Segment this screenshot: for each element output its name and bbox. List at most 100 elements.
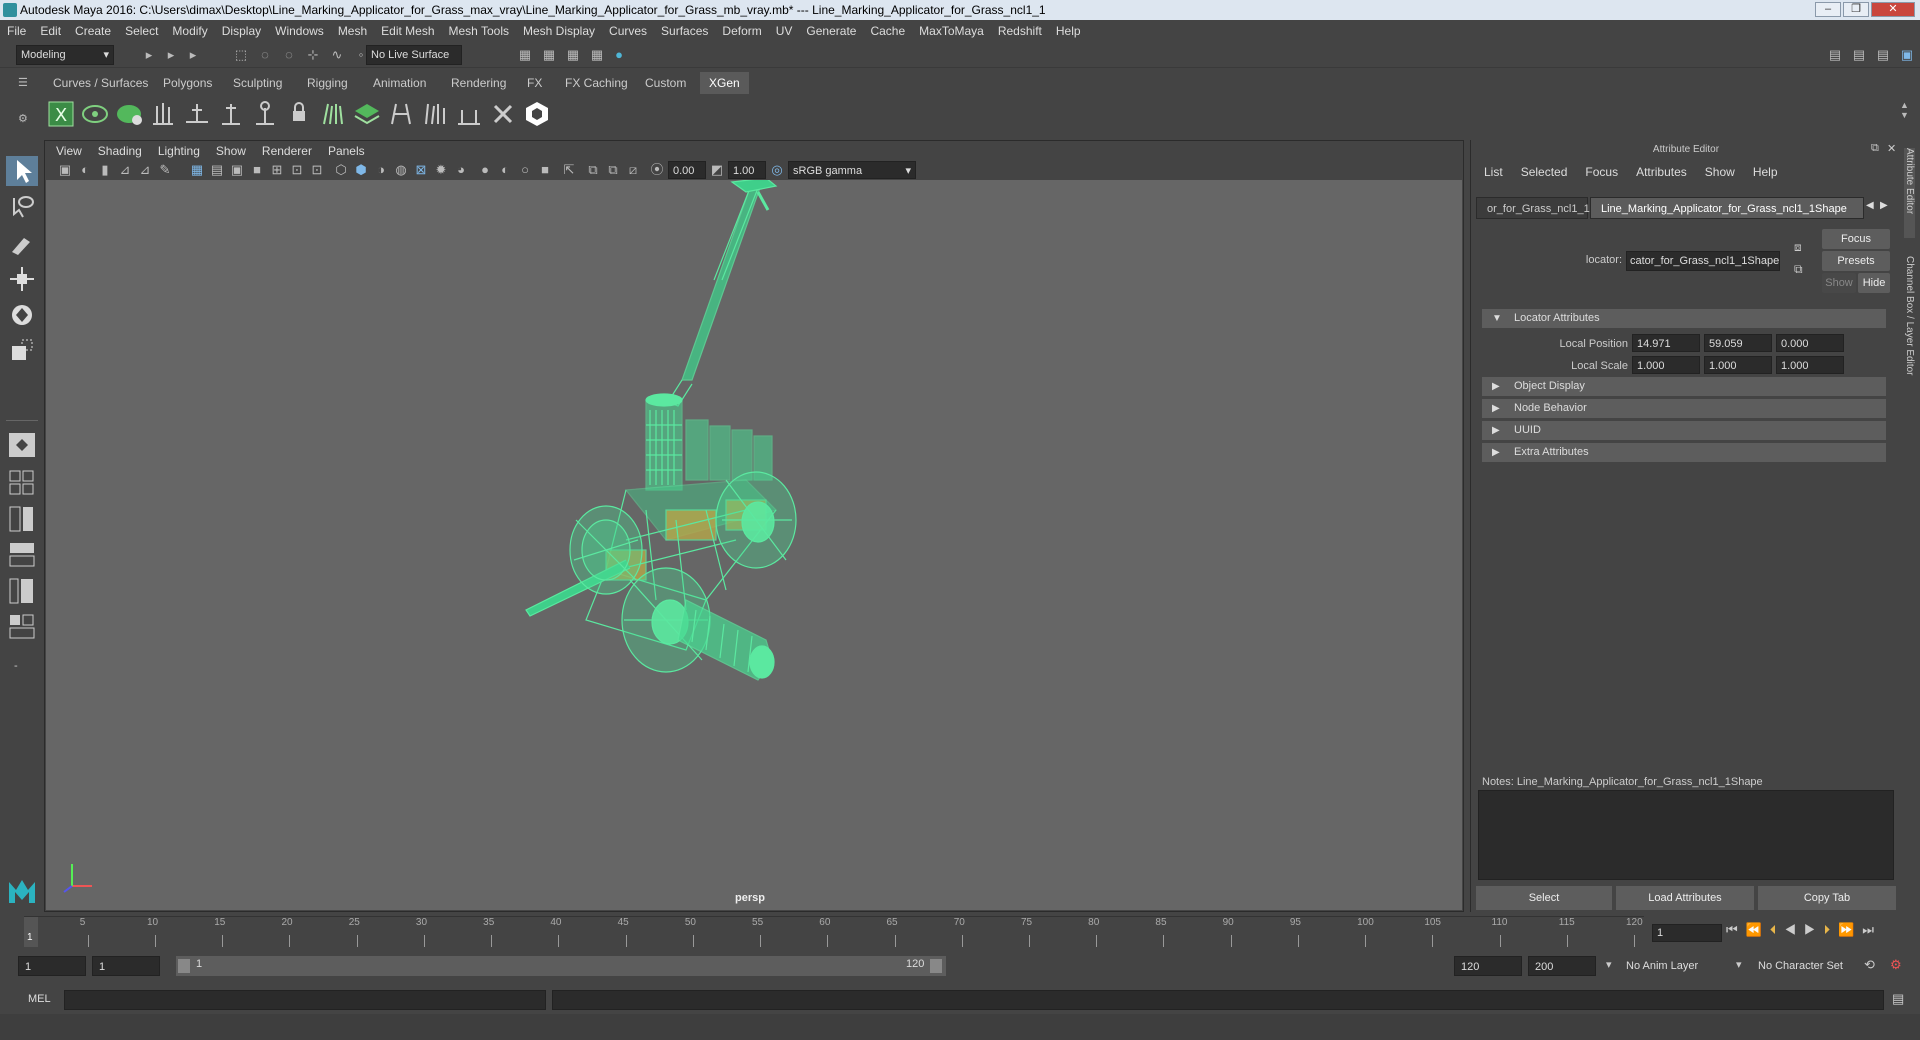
two-d-pan-icon[interactable]: ⊿ [136,161,154,179]
channel-box-toggle-icon[interactable]: ▤ [1874,46,1892,64]
ae-tab-shape[interactable]: Line_Marking_Applicator_for_Grass_ncl1_1… [1590,197,1864,219]
playback-start-field[interactable]: 1 [92,956,160,976]
shelf-options-icon[interactable]: ⚙ [18,112,28,125]
current-frame-field[interactable]: 1 [1652,924,1722,942]
focus-node-icon[interactable]: ⧈ [1794,240,1802,255]
close-panel-icon[interactable]: ✕ [1887,142,1896,155]
persp-hypershade-layout-icon[interactable] [6,576,38,606]
wireframe-icon[interactable]: ⬡ [332,161,350,179]
ae-menu-help[interactable]: Help [1744,162,1787,182]
render-settings-icon[interactable]: ▦ [564,46,582,64]
playback-end-field[interactable]: 120 [1454,956,1522,976]
vp-menu-shading[interactable]: Shading [90,142,150,160]
play-forward-icon[interactable]: ▶ [1804,922,1824,937]
camera-icon[interactable]: ▣ [56,161,74,179]
menu-create[interactable]: Create [68,20,118,42]
step-back-key-icon[interactable]: ⏪ [1746,922,1770,937]
open-scene-icon[interactable]: ▸ [162,46,180,64]
select-hierarchy-icon[interactable]: ⬚ [232,46,250,64]
play-backward-icon[interactable]: ◀ [1784,922,1804,937]
ae-menu-focus[interactable]: Focus [1576,162,1627,182]
section-node-behavior[interactable]: ▶ Node Behavior [1482,399,1886,418]
delete-guides-icon[interactable] [488,98,518,130]
textured-icon[interactable]: ◍ [392,161,410,179]
go-to-start-icon[interactable]: ⏮ [1726,922,1746,937]
hide-button[interactable]: Hide [1858,273,1890,293]
step-back-frame-icon[interactable]: ⏴ [1770,922,1785,937]
ae-menu-show[interactable]: Show [1696,162,1744,182]
grid-icon[interactable]: ▦ [188,161,206,179]
wireframe-on-shaded-icon[interactable]: ⊠ [412,161,430,179]
anim-layer-dropdown[interactable]: No Anim Layer [1620,956,1740,976]
script-editor-icon[interactable]: ▤ [1892,991,1904,1007]
screen-space-ao-icon[interactable]: ● [476,161,494,179]
select-tool-icon[interactable] [6,156,38,186]
float-panel-icon[interactable]: ⧉ [1871,142,1879,155]
comb-guides-icon[interactable] [420,98,450,130]
shelf-scroll-icon[interactable]: ▲ ▼ [1900,100,1909,120]
chevron-down-icon[interactable]: ▾ [1606,958,1612,971]
hypershade-icon[interactable]: ▦ [588,46,606,64]
range-bar[interactable]: 1 120 [176,956,946,976]
ae-tab-transform[interactable]: or_for_Grass_ncl1_1 [1476,197,1590,219]
maximize-button[interactable]: ❐ [1843,2,1869,17]
notes-textarea[interactable] [1478,790,1894,880]
select-button[interactable]: Select [1476,886,1612,910]
vp-menu-show[interactable]: Show [208,142,254,160]
menu-help[interactable]: Help [1049,20,1088,42]
step-forward-key-icon[interactable]: ⏩ [1838,922,1862,937]
smooth-shade-icon[interactable]: ⬢ [352,161,370,179]
create-description-icon[interactable] [80,98,110,130]
four-view-layout-icon[interactable] [6,468,38,498]
locator-name-field[interactable]: cator_for_Grass_ncl1_1Shape [1626,251,1780,271]
local-position-y-field[interactable]: 59.059 [1704,334,1772,352]
menu-modify[interactable]: Modify [165,20,214,42]
persp-outliner-layout-icon[interactable] [6,504,38,534]
shelf-tab-rendering[interactable]: Rendering [442,72,516,94]
scale-guides-icon[interactable] [386,98,416,130]
safe-action-icon[interactable]: ⊡ [288,161,306,179]
shelf-tab-fx[interactable]: FX [518,72,552,94]
anti-aliasing-icon[interactable]: ○ [516,161,534,179]
menu-maxtomaya[interactable]: MaxToMaya [912,20,991,42]
xgen-logo-icon[interactable] [522,98,552,130]
lasso-tool-icon[interactable] [6,192,38,222]
menu-mesh-tools[interactable]: Mesh Tools [442,20,516,42]
sculpt-guides-icon[interactable] [216,98,246,130]
menu-mesh-display[interactable]: Mesh Display [516,20,602,42]
film-gate-icon[interactable]: ▤ [208,161,226,179]
isolate-select-icon[interactable]: ⇱ [560,161,578,179]
menu-windows[interactable]: Windows [268,20,331,42]
save-scene-icon[interactable]: ▸ [184,46,202,64]
range-end-handle[interactable] [930,959,942,973]
perspective-viewport[interactable] [46,177,1462,910]
shelf-tab-custom[interactable]: Custom [636,72,696,94]
depth-of-field-icon[interactable]: ■ [536,161,554,179]
field-chart-icon[interactable]: ⊞ [268,161,286,179]
menu-select[interactable]: Select [118,20,165,42]
add-guide-icon[interactable] [182,98,212,130]
ae-menu-attributes[interactable]: Attributes [1627,162,1696,182]
minimize-button[interactable]: – [1815,2,1841,17]
close-button[interactable]: ✕ [1871,2,1915,17]
render-view-icon[interactable]: ● [610,46,628,64]
lock-guides-icon[interactable] [284,98,314,130]
ae-menu-list[interactable]: List [1475,162,1512,182]
color-management-icon[interactable]: ◎ [768,161,786,179]
menu-redshift[interactable]: Redshift [991,20,1049,42]
gate-mask-icon[interactable]: ■ [248,161,266,179]
xray-joints-icon[interactable]: ⧉ [604,161,622,179]
motion-blur-icon[interactable]: ◐ [496,161,514,179]
shelf-tab-fx-caching[interactable]: FX Caching [556,72,637,94]
gamma-icon[interactable]: ◩ [708,161,726,179]
menu-cache[interactable]: Cache [863,20,912,42]
single-perspective-layout-icon[interactable] [6,430,38,460]
scale-tool-icon[interactable] [6,336,38,366]
guide-length-icon[interactable] [454,98,484,130]
shelf-tab-animation[interactable]: Animation [364,72,436,94]
ipr-render-icon[interactable]: ▦ [540,46,558,64]
range-start-handle[interactable] [178,959,190,973]
menu-uv[interactable]: UV [769,20,800,42]
live-surface-field[interactable]: No Live Surface [366,45,462,65]
presets-node-icon[interactable]: ⧉ [1794,262,1803,277]
